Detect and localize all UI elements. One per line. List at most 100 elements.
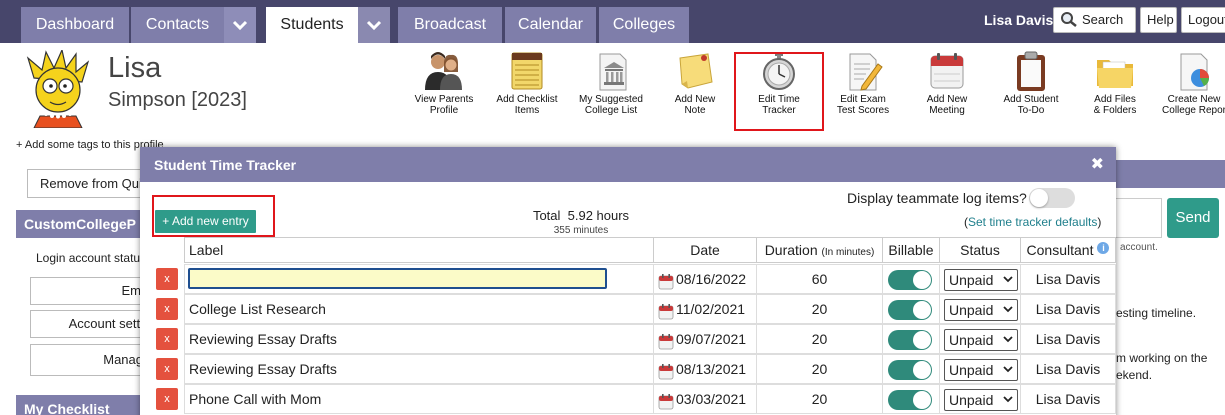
entry-date: 08/13/2021 <box>676 361 747 377</box>
delete-entry-button[interactable]: x <box>156 268 178 290</box>
billable-toggle[interactable] <box>888 360 932 380</box>
billable-toggle[interactable] <box>888 390 932 410</box>
right-note-account: account. <box>1120 242 1158 253</box>
duration-header-text: Duration <box>764 242 818 258</box>
set-time-tracker-defaults-link[interactable]: Set time tracker defaults <box>968 215 1097 229</box>
status-value: Unpaid <box>949 302 994 318</box>
label-cell[interactable]: Phone Call with Mom <box>184 384 654 414</box>
duration-header-unit: (In minutes) <box>821 247 875 258</box>
student-avatar <box>26 50 90 128</box>
calendar-icon[interactable] <box>658 391 674 413</box>
label-cell[interactable] <box>184 264 654 294</box>
status-select[interactable]: Unpaid <box>944 299 1018 321</box>
add-files-folders-button[interactable]: Add Files & Folders <box>1074 50 1156 130</box>
date-cell[interactable]: 08/16/2022 <box>653 264 757 294</box>
login-account-status: Login account statu <box>36 251 141 265</box>
time-tracker-modal: Student Time Tracker ✖ + Add new entry T… <box>140 147 1116 415</box>
tab-contacts[interactable]: Contacts <box>131 7 224 43</box>
billable-toggle[interactable] <box>888 300 932 320</box>
duration-cell[interactable]: 20 <box>756 324 883 354</box>
duration-cell[interactable]: 20 <box>756 384 883 414</box>
tool-label: Add New Meeting <box>926 94 968 116</box>
status-select[interactable]: Unpaid <box>944 269 1018 291</box>
tab-students[interactable]: Students <box>266 7 358 43</box>
info-icon[interactable]: i <box>1097 242 1110 254</box>
label-input[interactable] <box>188 268 607 289</box>
student-last-name-year: Simpson [2023] <box>108 89 247 111</box>
tool-label: View Parents Profile <box>414 94 474 116</box>
students-dropdown-button[interactable] <box>358 7 390 43</box>
view-parents-profile-button[interactable]: View Parents Profile <box>403 50 485 130</box>
total-hours: Total 5.92 hours <box>532 208 630 223</box>
delete-entry-button[interactable]: x <box>156 388 178 410</box>
billable-toggle[interactable] <box>888 330 932 350</box>
label-cell[interactable]: Reviewing Essay Drafts <box>184 354 654 384</box>
duration-cell[interactable]: 20 <box>756 354 883 384</box>
add-checklist-items-button[interactable]: Add Checklist Items <box>486 50 568 130</box>
tab-dashboard[interactable]: Dashboard <box>21 7 129 43</box>
tab-calendar[interactable]: Calendar <box>505 7 596 43</box>
add-student-to-do-button[interactable]: Add Student To-Do <box>990 50 1072 130</box>
chevron-down-icon <box>366 20 382 30</box>
delete-entry-button[interactable]: x <box>156 298 178 320</box>
entry-label: Phone Call with Mom <box>189 391 322 407</box>
status-value: Unpaid <box>949 272 994 288</box>
billable-cell <box>882 324 940 354</box>
send-button[interactable]: Send <box>1167 198 1219 238</box>
duration-cell[interactable]: 20 <box>756 294 883 324</box>
entry-duration: 20 <box>811 391 828 407</box>
top-nav: Dashboard Contacts Students Broadcast Ca… <box>0 0 1225 43</box>
remove-from-quick-button[interactable]: Remove from Qui <box>27 169 147 198</box>
custom-college-panel-header: CustomCollegeP <box>16 210 146 238</box>
status-select[interactable]: Unpaid <box>944 329 1018 351</box>
consultant-cell: Lisa Davis <box>1020 324 1116 354</box>
entry-date: 09/07/2021 <box>676 331 747 347</box>
email-button[interactable]: Em <box>30 277 146 305</box>
calendar-icon[interactable] <box>658 271 674 293</box>
message-textarea[interactable] <box>1110 198 1162 238</box>
delete-entry-button[interactable]: x <box>156 358 178 380</box>
status-select[interactable]: Unpaid <box>944 389 1018 411</box>
note-icon <box>679 53 713 89</box>
manage-button[interactable]: Manag <box>30 344 146 376</box>
date-cell[interactable]: 03/03/2021 <box>653 384 757 414</box>
entry-date: 08/16/2022 <box>676 271 747 287</box>
my-suggested-college-list-button[interactable]: My Suggested College List <box>570 50 652 130</box>
consultant-cell: Lisa Davis <box>1020 384 1116 414</box>
teammate-toggle[interactable] <box>1029 188 1075 208</box>
label-cell[interactable]: Reviewing Essay Drafts <box>184 324 654 354</box>
current-user-name[interactable]: Lisa Davis <box>984 12 1053 28</box>
date-cell[interactable]: 08/13/2021 <box>653 354 757 384</box>
billable-cell <box>882 354 940 384</box>
edit-exam-test-scores-button[interactable]: Edit Exam Test Scores <box>822 50 904 130</box>
date-cell[interactable]: 11/02/2021 <box>653 294 757 324</box>
label-cell[interactable]: College List Research <box>184 294 654 324</box>
date-cell[interactable]: 09/07/2021 <box>653 324 757 354</box>
search-button[interactable]: Search <box>1053 7 1136 33</box>
duration-cell[interactable]: 60 <box>756 264 883 294</box>
checklist-icon <box>511 52 543 90</box>
contacts-dropdown-button[interactable] <box>224 7 256 43</box>
close-icon[interactable]: ✖ <box>1091 154 1104 174</box>
account-settings-button[interactable]: Account setti <box>30 310 146 338</box>
status-select[interactable]: Unpaid <box>944 359 1018 381</box>
add-new-note-button[interactable]: Add New Note <box>654 50 736 130</box>
app-root: Dashboard Contacts Students Broadcast Ca… <box>0 0 1225 415</box>
folder-icon <box>1097 60 1133 88</box>
add-new-meeting-button[interactable]: Add New Meeting <box>906 50 988 130</box>
tab-broadcast[interactable]: Broadcast <box>398 7 502 43</box>
calendar-icon[interactable] <box>658 301 674 323</box>
modal-header: Student Time Tracker ✖ <box>140 147 1116 182</box>
entry-consultant: Lisa Davis <box>1035 361 1101 377</box>
consultant-cell: Lisa Davis <box>1020 294 1116 324</box>
create-new-college-report-button[interactable]: Create New College Repor <box>1158 50 1225 130</box>
parents-icon <box>425 52 462 90</box>
logout-button[interactable]: Logout <box>1181 7 1225 33</box>
delete-entry-button[interactable]: x <box>156 328 178 350</box>
calendar-icon[interactable] <box>658 361 674 383</box>
billable-toggle[interactable] <box>888 270 932 290</box>
help-button[interactable]: Help <box>1140 7 1177 33</box>
tab-colleges[interactable]: Colleges <box>599 7 689 43</box>
entry-date: 03/03/2021 <box>676 391 747 407</box>
calendar-icon[interactable] <box>658 331 674 353</box>
